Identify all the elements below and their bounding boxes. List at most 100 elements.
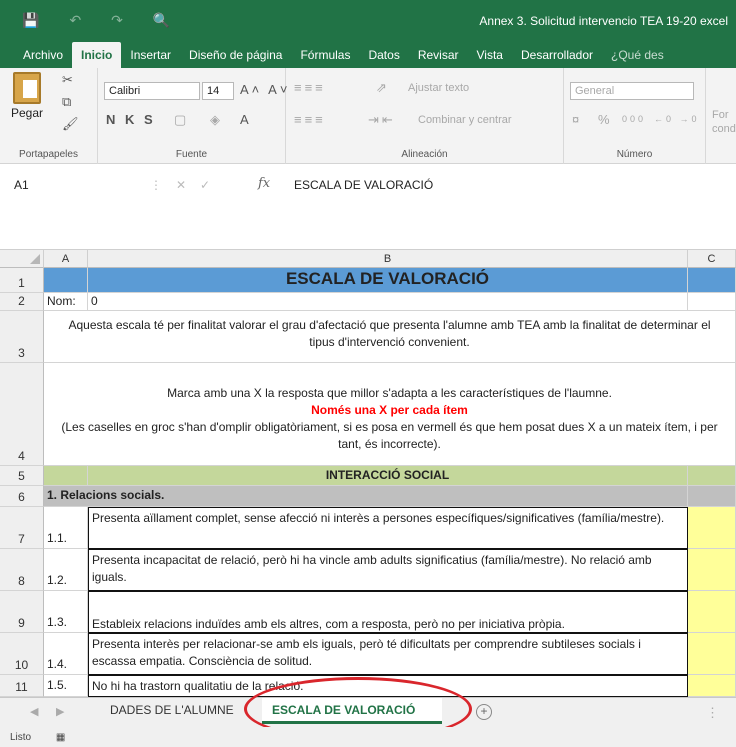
- answer-cell[interactable]: [688, 549, 736, 591]
- percent-icon[interactable]: %: [598, 112, 613, 127]
- conditional-format-button[interactable]: For cond: [712, 108, 736, 136]
- border-icon[interactable]: ▢: [174, 112, 189, 128]
- formula-input[interactable]: ESCALA DE VALORACIÓ: [294, 178, 433, 192]
- item-text-cell[interactable]: No hi ha trastorn qualitatiu de la relac…: [88, 675, 688, 697]
- prev-sheet-icon[interactable]: ◀: [30, 705, 38, 718]
- item-code-cell[interactable]: 1.2.: [44, 549, 88, 591]
- orientation-icon[interactable]: ⇗: [376, 80, 390, 96]
- cell-c5[interactable]: [688, 466, 736, 486]
- alignment-group-label: Alineación: [401, 149, 448, 160]
- cell-b1-title[interactable]: ESCALA DE VALORACIÓ: [88, 268, 688, 293]
- cell-c6[interactable]: [688, 486, 736, 507]
- answer-cell[interactable]: [688, 675, 736, 697]
- column-header-b[interactable]: B: [88, 250, 688, 268]
- item-text-cell[interactable]: Presenta interès per relacionar-se amb e…: [88, 633, 688, 675]
- cell-a1[interactable]: [44, 268, 88, 293]
- item-code-cell[interactable]: 1.4.: [44, 633, 88, 675]
- paste-button[interactable]: Pegar: [6, 72, 48, 120]
- tab-desarrollador[interactable]: Desarrollador: [512, 48, 602, 68]
- tell-me-search[interactable]: ¿Qué des: [602, 48, 673, 68]
- sheet-tab-dades-alumne[interactable]: DADES DE L'ALUMNE: [100, 698, 250, 724]
- styles-group: For cond: [706, 68, 736, 164]
- font-color-icon[interactable]: A: [240, 112, 252, 127]
- preview-icon[interactable]: 🔍: [153, 12, 170, 29]
- item-text-cell[interactable]: Presenta incapacitat de relació, però hi…: [88, 549, 688, 591]
- font-size-select[interactable]: 14: [202, 82, 234, 100]
- tab-inicio[interactable]: Inicio: [72, 42, 122, 68]
- macro-record-icon[interactable]: ▦: [56, 732, 65, 743]
- row-header[interactable]: 5: [0, 466, 44, 486]
- instruction-note: (Les caselles en groc s'han d'omplir obl…: [61, 420, 718, 451]
- row-header[interactable]: 9: [0, 591, 44, 633]
- cell-c1[interactable]: [688, 268, 736, 293]
- add-sheet-icon[interactable]: +: [476, 704, 492, 720]
- next-sheet-icon[interactable]: ▶: [56, 705, 64, 718]
- cell-b3-description[interactable]: Aquesta escala té per finalitat valorar …: [44, 311, 736, 363]
- format-painter-icon[interactable]: 🖌: [62, 116, 79, 132]
- save-icon[interactable]: 💾: [22, 12, 39, 29]
- row-header[interactable]: 7: [0, 507, 44, 549]
- thousands-icon[interactable]: 000: [622, 114, 646, 124]
- tab-archivo[interactable]: Archivo: [14, 48, 72, 68]
- cell-c2[interactable]: [688, 293, 736, 311]
- tab-diseno-pagina[interactable]: Diseño de página: [180, 48, 291, 68]
- redo-icon[interactable]: ↷: [111, 12, 123, 29]
- grow-shrink-font-buttons[interactable]: A˄ A˅: [240, 82, 290, 97]
- row-header[interactable]: 10: [0, 633, 44, 675]
- column-header-c[interactable]: C: [688, 250, 736, 268]
- formula-bar-buttons[interactable]: ⋮✕✓: [150, 178, 224, 192]
- answer-cell[interactable]: [688, 591, 736, 633]
- vertical-align-icon[interactable]: ≡≡≡: [294, 80, 326, 95]
- answer-cell[interactable]: [688, 507, 736, 549]
- decimal-icon[interactable]: ←0 →0: [654, 114, 700, 124]
- font-group-label: Fuente: [175, 149, 208, 160]
- fx-icon[interactable]: fx: [258, 176, 270, 191]
- instruction-line: Marca amb una X la resposta que millor s…: [167, 386, 612, 400]
- bold-italic-underline-buttons[interactable]: N K S: [106, 112, 156, 127]
- horizontal-align-icon[interactable]: ≡≡≡: [294, 112, 326, 127]
- merge-center-button[interactable]: Combinar y centrar: [418, 114, 512, 126]
- currency-icon[interactable]: ¤: [572, 112, 582, 127]
- tab-formulas[interactable]: Fórmulas: [291, 48, 359, 68]
- wrap-text-button[interactable]: Ajustar texto: [408, 82, 469, 94]
- item-code-cell[interactable]: 1.3.: [44, 591, 88, 633]
- cell-b5-section[interactable]: INTERACCIÓ SOCIAL: [88, 466, 688, 486]
- row-header[interactable]: 4: [0, 363, 44, 466]
- name-box[interactable]: A1: [8, 176, 126, 196]
- cell-b4-instructions[interactable]: Marca amb una X la resposta que millor s…: [44, 363, 736, 466]
- row-header[interactable]: 1: [0, 268, 44, 293]
- column-header-a[interactable]: A: [44, 250, 88, 268]
- clipboard-group-label: Portapapeles: [19, 149, 78, 160]
- select-all-corner[interactable]: [0, 250, 44, 268]
- font-group: Calibri 14 A˄ A˅ N K S ▢ ◈ A Fuente: [98, 68, 287, 164]
- tab-insertar[interactable]: Insertar: [121, 48, 180, 68]
- number-format-select[interactable]: General: [570, 82, 694, 100]
- row-header[interactable]: 2: [0, 293, 44, 311]
- cell-a2-nom-label[interactable]: Nom:: [44, 293, 88, 311]
- tab-datos[interactable]: Datos: [359, 48, 408, 68]
- tab-bar-more-icon[interactable]: ⋮: [706, 705, 719, 721]
- answer-cell[interactable]: [688, 633, 736, 675]
- row-header[interactable]: 3: [0, 311, 44, 363]
- indent-icon[interactable]: ⇥⇤: [368, 112, 396, 128]
- row-header[interactable]: 8: [0, 549, 44, 591]
- cell-a5[interactable]: [44, 466, 88, 486]
- tab-revisar[interactable]: Revisar: [409, 48, 468, 68]
- copy-icon[interactable]: ⧉: [62, 94, 71, 110]
- tab-vista[interactable]: Vista: [468, 48, 512, 68]
- cut-icon[interactable]: ✂: [62, 72, 73, 88]
- item-code-cell[interactable]: 1.5.: [44, 675, 88, 697]
- cell-a6-subsection[interactable]: 1. Relacions socials.: [44, 486, 688, 507]
- sheet-tab-escala-valoracio[interactable]: ESCALA DE VALORACIÓ: [262, 698, 442, 724]
- row-header[interactable]: 6: [0, 486, 44, 507]
- item-text-cell[interactable]: Presenta aïllament complet, sense afecci…: [88, 507, 688, 549]
- item-text-cell[interactable]: Estableix relacions induïdes amb els alt…: [88, 591, 688, 633]
- ribbon-tabs: Archivo Inicio Insertar Diseño de página…: [0, 42, 736, 68]
- font-name-select[interactable]: Calibri: [104, 82, 200, 100]
- undo-icon[interactable]: ↶: [69, 12, 81, 29]
- fill-color-icon[interactable]: ◈: [210, 112, 223, 128]
- row-header[interactable]: 11: [0, 675, 44, 697]
- cell-b2-nom-value[interactable]: 0: [88, 293, 688, 311]
- quick-access-toolbar: 💾 ↶ ↷ 🔍: [22, 12, 170, 29]
- item-code-cell[interactable]: 1.1.: [44, 507, 88, 549]
